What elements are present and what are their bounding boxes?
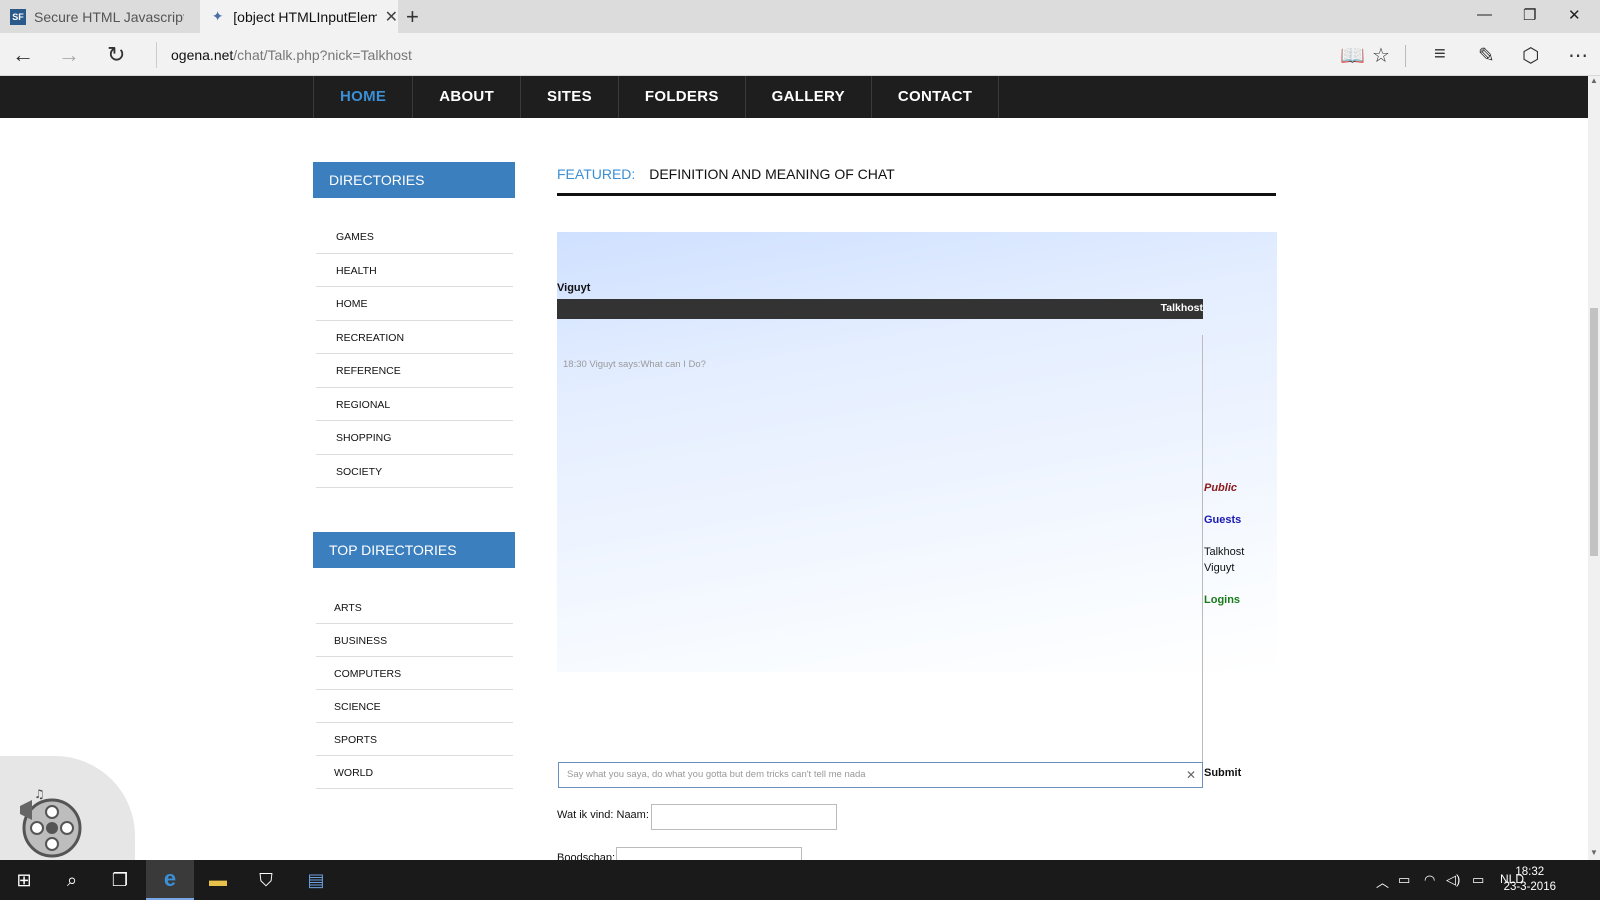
nav-gallery[interactable]: GALLERY [746,76,872,118]
directories-heading: DIRECTORIES [313,162,515,198]
guests-label: Guests [1204,514,1242,526]
submit-button[interactable]: Submit [1204,767,1241,779]
page-scrollbar[interactable]: ▲ ▼ [1588,76,1600,860]
system-clock[interactable]: 18:32 23-3-2016 [1504,865,1556,895]
site-navigation: HOME ABOUT SITES FOLDERS GALLERY CONTACT [0,76,1588,118]
clock-date: 23-3-2016 [1503,881,1556,893]
clock-time: 18:32 [1515,866,1545,878]
directory-link[interactable]: REGIONAL [316,388,513,421]
directory-link[interactable]: GAMES [316,220,513,254]
close-tab-icon[interactable]: ✕ [385,7,398,27]
show-hidden-icons[interactable]: ︿ [1376,872,1389,891]
chat-message-input[interactable]: Say what you saya, do what you gotta but… [558,762,1203,788]
top-directories-heading: TOP DIRECTORIES [313,532,515,568]
address-bar: ← → ↻ ogena.net/chat/Talk.php?nick=Talkh… [0,33,1600,76]
url-host: ogena.net [171,47,234,63]
reading-view-icon[interactable]: 📖 [1340,43,1365,68]
file-explorer-icon[interactable]: ▬ [194,860,242,900]
directory-link[interactable]: RECREATION [316,321,513,354]
scroll-down-icon[interactable]: ▼ [1588,848,1600,860]
directory-link[interactable]: SOCIETY [316,455,513,488]
wifi-icon[interactable]: ◠ [1424,872,1435,888]
minimize-icon[interactable]: — [1477,6,1492,23]
notepad-icon[interactable]: ▤ [292,860,340,900]
top-directory-link[interactable]: BUSINESS [316,624,513,657]
browser-tab-bar: SF Secure HTML Javascript Cha ✦ [object … [0,0,1600,33]
close-window-icon[interactable]: ✕ [1568,6,1581,24]
tab-object-htmlinputelement[interactable]: ✦ [object HTMLInputElem ✕ [200,0,398,33]
nav-about[interactable]: ABOUT [413,76,522,118]
store-icon[interactable]: ⛉ [242,860,290,900]
scroll-thumb[interactable] [1590,308,1598,556]
edge-icon[interactable]: e [146,860,194,900]
featured-heading: FEATURED: DEFINITION AND MEANING OF CHAT [557,166,1276,196]
top-directory-link[interactable]: SPORTS [316,723,513,756]
public-channel-label[interactable]: Public [1204,482,1237,494]
music-reel-icon: ♫ [20,787,82,858]
nav-folders[interactable]: FOLDERS [619,76,746,118]
top-directory-link[interactable]: COMPUTERS [316,657,513,690]
new-tab-icon[interactable]: + [406,4,419,30]
music-player-badge[interactable]: ♫ [0,756,135,860]
directories-list: GAMES HEALTH HOME RECREATION REFERENCE R… [316,220,513,488]
featured-label: FEATURED: [557,166,636,182]
chat-header-user: Talkhost [1160,302,1203,314]
message-label: Boodschap: [557,852,616,860]
directory-link[interactable]: SHOPPING [316,421,513,455]
refresh-icon[interactable]: ↻ [107,42,125,68]
tab-secure-html-chat[interactable]: SF Secure HTML Javascript Cha [0,0,200,33]
featured-title[interactable]: DEFINITION AND MEANING OF CHAT [649,166,895,182]
task-view-icon[interactable]: ❐ [96,860,144,900]
top-directory-link[interactable]: WORLD [316,756,513,789]
url-field[interactable]: ogena.net/chat/Talk.php?nick=Talkhost [156,42,856,68]
nav-home[interactable]: HOME [314,76,414,118]
tab-label: Secure HTML Javascript Cha [34,8,184,25]
scroll-up-icon[interactable]: ▲ [1588,76,1600,88]
favorite-star-icon[interactable]: ☆ [1372,43,1390,68]
chat-current-user: Viguyt [557,282,591,294]
chat-header-bar: Talkhost [557,299,1203,319]
restore-icon[interactable]: ❐ [1523,6,1536,24]
name-field[interactable] [651,804,837,830]
message-field[interactable] [616,847,802,860]
top-directory-link[interactable]: SCIENCE [316,690,513,723]
top-directories-list: ARTS BUSINESS COMPUTERS SCIENCE SPORTS W… [316,591,513,789]
clear-input-icon[interactable]: ✕ [1186,763,1196,787]
nav-contact[interactable]: CONTACT [872,76,1000,118]
tab-label: [object HTMLInputElem [233,8,377,25]
hub-icon[interactable]: ≡ [1434,43,1446,66]
chat-background [557,232,1277,672]
svg-text:♫: ♫ [34,787,45,801]
battery-icon[interactable]: ▭ [1398,872,1410,888]
volume-icon[interactable]: ◁) [1446,872,1460,888]
sourceforge-icon: SF [10,8,26,25]
chat-divider [1202,335,1203,779]
directory-link[interactable]: REFERENCE [316,354,513,388]
top-directory-link[interactable]: ARTS [316,591,513,624]
windows-taskbar: ⊞ ⌕ ❐ e ▬ ⛉ ▤ ︿ ▭ ◠ ◁) ▭ NLD 18:32 23-3-… [0,860,1600,900]
back-icon[interactable]: ← [12,42,34,68]
online-user[interactable]: Viguyt [1204,562,1234,574]
online-user[interactable]: Talkhost [1204,546,1244,558]
url-path: /chat/Talk.php?nick=Talkhost [233,47,412,63]
forward-icon[interactable]: → [58,42,80,68]
web-note-icon[interactable]: ✎ [1478,43,1495,68]
logins-label: Logins [1204,594,1241,606]
search-icon[interactable]: ⌕ [48,860,96,900]
share-icon[interactable]: ⬡ [1522,43,1539,68]
chat-input-text: Say what you saya, do what you gotta but… [567,769,866,780]
page-viewport: HOME ABOUT SITES FOLDERS GALLERY CONTACT… [0,76,1600,860]
action-center-icon[interactable]: ▭ [1472,872,1484,888]
puzzle-icon: ✦ [211,8,224,24]
nav-sites[interactable]: SITES [521,76,619,118]
start-icon[interactable]: ⊞ [0,860,48,900]
directory-link[interactable]: HEALTH [316,254,513,287]
chat-message: 18:30 Viguyt says:What can I Do? [563,359,706,370]
more-icon[interactable]: ⋯ [1568,43,1588,68]
name-label: Wat ik vind: Naam: [557,809,649,821]
directory-link[interactable]: HOME [316,287,513,321]
